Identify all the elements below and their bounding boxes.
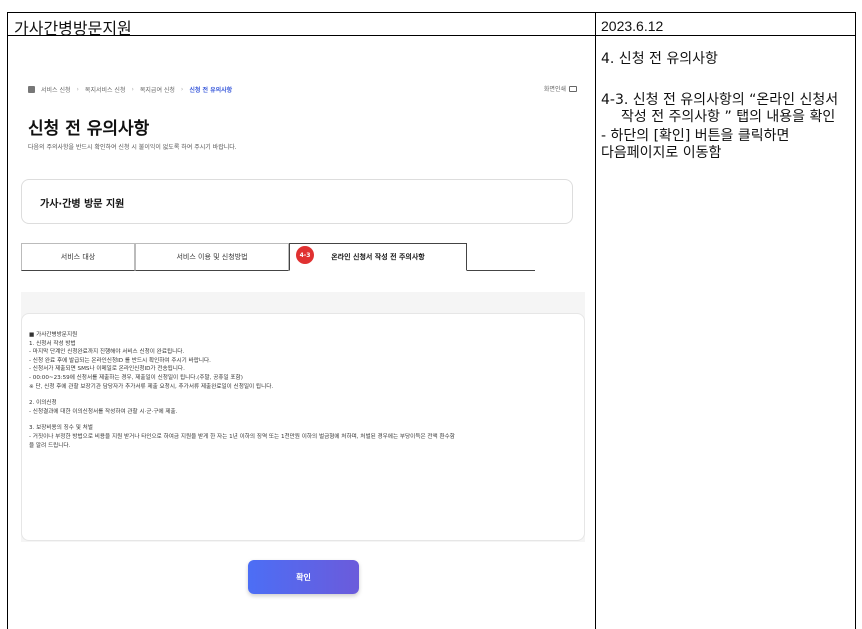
tab-label: 서비스 이용 및 신청방법 [176, 253, 248, 261]
chevron-right-icon: › [180, 86, 184, 93]
tab-label: 서비스 대상 [60, 253, 96, 261]
chevron-right-icon: › [76, 86, 79, 93]
breadcrumb-item[interactable]: 복지서비스 신청 [85, 85, 126, 94]
notice-line: 1. 신청서 작성 방법 [29, 340, 76, 347]
notice-gap [29, 391, 579, 399]
breadcrumb-item[interactable]: 서비스 신청 [41, 85, 71, 94]
notice-line: ■ 가사간병방문지원 [29, 332, 78, 338]
notice-text: ■ 가사간병방문지원 1. 신청서 작성 방법 - 마지막 단계인 신청완료까지 … [29, 331, 579, 450]
notice-gap [29, 416, 579, 424]
page-title: 신청 전 유의사항 [28, 119, 150, 139]
notice-line: - 00:00~23:59에 신청서를 제출하는 경우, 제출일이 신청일이 됩… [29, 374, 243, 381]
notice-line: ※ 단, 신청 후에 관할 보장기관 담당자가 추가서류 제출 요청시, 추가서… [29, 383, 274, 390]
notice-line: 을 알려 드립니다. [29, 442, 71, 449]
print-label: 화면인쇄 [543, 86, 566, 93]
notice-line: - 마지막 단계인 신청완료까지 진행해야 서비스 신청이 완료됩니다. [29, 349, 185, 356]
tab-bar-spacer [467, 243, 535, 271]
doc-date: 2023.6.12 [601, 18, 664, 34]
header-divider [8, 35, 855, 36]
tab-bar: 서비스 대상 서비스 이용 및 신청방법 4-3 온라인 신청서 작성 전 주의… [21, 243, 535, 271]
breadcrumb-current: 신청 전 유의사항 [189, 87, 233, 94]
tab-service-target[interactable]: 서비스 대상 [21, 243, 135, 271]
tab-online-caution[interactable]: 4-3 온라인 신청서 작성 전 주의사항 [289, 243, 467, 271]
breadcrumb: 서비스 신청 › 복지서비스 신청 › 복지급여 신청 › 신청 전 유의사항 [28, 85, 232, 94]
tab-usage-method[interactable]: 서비스 이용 및 신청방법 [135, 243, 289, 271]
notice-line: - 신청 완료 후에 발급되는 온라인신청ID 를 반드시 확인하여 주시기 바… [29, 357, 211, 364]
notice-line: 2. 이의신청 [29, 400, 57, 407]
instruction-panel: 4. 신청 전 유의사항 4-3. 신청 전 유의사항의 “온라인 신청서 작성… [601, 51, 851, 162]
column-divider [595, 13, 596, 629]
note-extra-1: - 하단의 [확인] 버튼을 클릭하면 [601, 128, 790, 144]
breadcrumb-item[interactable]: 복지급여 신청 [140, 85, 175, 94]
note-section: 4. 신청 전 유의사항 [601, 51, 718, 67]
tab-label: 온라인 신청서 작성 전 주의사항 [331, 253, 425, 261]
confirm-button[interactable]: 확인 [248, 560, 359, 594]
notice-line: 3. 보장비용의 징수 및 처벌 [29, 425, 93, 432]
note-step: 4-3. 신청 전 유의사항의 “온라인 신청서 작성 전 주의사항 ” 탭의 … [601, 92, 839, 125]
service-name: 가사·간병 방문 지원 [40, 199, 125, 210]
notice-line: - 신청서가 제출되면 SMS나 이메일로 온라인신청ID가 전송됩니다. [29, 366, 185, 373]
page-description: 다음의 주의사항을 반드시 확인하여 신청 시 불이익이 없도록 하여 주시기 … [28, 144, 237, 151]
service-card: 가사·간병 방문 지원 [21, 179, 573, 224]
chevron-right-icon: › [131, 86, 134, 93]
screenshot-area: 서비스 신청 › 복지서비스 신청 › 복지급여 신청 › 신청 전 유의사항 … [9, 48, 587, 628]
print-button[interactable]: 화면인쇄 [544, 84, 577, 93]
notice-line: - 거짓이나 부정한 방법으로 비용을 지원 받거나 타인으로 하여금 지원을 … [29, 433, 455, 440]
notice-line: - 신청결과에 대한 이의신청서를 작성하여 관할 시·군·구에 제출. [29, 408, 178, 415]
note-extra-2: 다음페이지로 이동함 [601, 145, 722, 161]
home-icon[interactable] [28, 86, 35, 93]
doc-title: 가사간병방문지원 [14, 19, 132, 38]
printer-icon [569, 85, 577, 92]
step-badge: 4-3 [296, 246, 314, 264]
